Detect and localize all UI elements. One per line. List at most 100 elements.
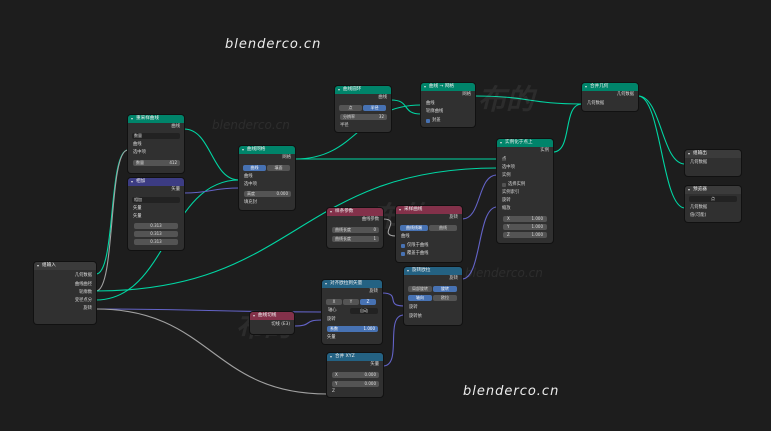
node-link[interactable] [183,128,240,181]
vector-z-field[interactable]: 0.313 [134,239,178,245]
node-link[interactable] [552,103,583,153]
curve-circle-node[interactable]: 曲线圆环 曲线 点 半径 分辨率 32 半径 [335,86,391,132]
output-label: 切线 (E3) [271,322,290,327]
count-field[interactable]: 数量 412 [133,160,180,166]
resample-curve-node[interactable]: 重采样曲线 曲线 数量 曲线 选中项 数量 412 [128,115,184,173]
y-field[interactable]: Y 0.000 [332,381,379,387]
fill-caps-checkbox[interactable] [426,119,430,123]
output-label: 几何数据 [616,92,634,97]
node-header[interactable]: 对齐欧拉到矢量 [322,280,382,288]
join-geometry-node[interactable]: 合并几何 几何数据 几何数据 [582,83,638,111]
mode-b-button[interactable]: 曲线 [429,225,457,231]
input-label: 旋转 [409,305,418,310]
vector-y-field[interactable]: 0.313 [134,231,178,237]
vector-x-field[interactable]: 0.313 [134,223,178,229]
node-link[interactable] [183,187,240,194]
output-label: 轮廓数 [79,290,92,295]
curve-tangent-node[interactable]: 曲线切线 切线 (E3) [250,312,294,334]
node-link[interactable] [381,292,405,307]
node-header[interactable]: 合并几何 [582,83,638,91]
node-header[interactable]: 相加 [128,178,184,186]
input-label: 矢量 [133,206,142,211]
instance-on-points-node[interactable]: 实例化于点上 实例 点 选中项 实例 选择实例 实例索引 旋转 缩放 X 1.00… [497,139,553,243]
axis-x-button[interactable]: X [326,299,342,305]
node-header[interactable]: 组输入 [34,262,96,270]
input-label: 选择实例 [508,182,526,187]
node-link[interactable] [95,149,129,275]
scale-x-field[interactable]: X 1.000 [503,216,547,222]
x-field[interactable]: X 0.000 [332,372,379,378]
viewer-node[interactable]: 预览器 点 几何数据 值(可能) [685,186,741,222]
option-b-button[interactable]: 填面 [267,165,290,171]
type-a-button[interactable]: 局部旋转 [408,286,432,292]
output-label: 旋转 [449,215,458,220]
node-header[interactable]: 旋转欧拉 [404,267,462,275]
axis-z-button[interactable]: Z [360,299,376,305]
spline-parameter-node[interactable]: 样条参数 曲线参数 曲线长度 0 曲线长度 1 [327,208,383,248]
input-label: 实例 [502,173,511,178]
option-checkbox[interactable] [401,252,405,256]
mode-radius-button[interactable]: 半径 [363,105,386,111]
faint-watermark: 布的 [478,83,535,116]
axis-y-button[interactable]: Y [343,299,359,305]
group-output-node[interactable]: 组输出 几何数据 [685,150,741,176]
node-header[interactable]: 实例化于点上 [497,139,553,147]
mode-select[interactable]: 数量 [132,133,180,139]
pick-instance-checkbox[interactable] [502,183,506,187]
node-header[interactable]: 曲线 → 网格 [421,83,475,91]
node-header[interactable]: 曲线网格 [239,146,295,154]
input-label: 旋转 [502,198,511,203]
input-label: 矢量 [133,214,142,219]
align-euler-node[interactable]: 对齐欧拉到矢量 旋转 X Y Z 轴心 自动 旋转 系数 1.000 矢量 [322,280,382,344]
curve-length-field[interactable]: 曲线长度 0 [332,227,379,233]
node-link[interactable] [382,314,405,367]
node-header[interactable]: 组输出 [685,150,741,158]
domain-select[interactable]: 点 [689,196,737,202]
input-label: 点 [502,157,507,162]
option-a-button[interactable]: 曲线 [243,165,266,171]
option-checkbox[interactable] [401,244,405,248]
node-link[interactable] [461,174,498,220]
group-input-node[interactable]: 组输入 几何数据 曲线曲径 轮廓数 变径点分 旋转 [34,262,96,324]
input-label: 值(可能) [690,213,707,218]
output-label: 实例 [540,148,549,153]
realize-mesh-node[interactable]: 曲线 → 网格 网格 曲线 轮廓曲线 封盖 [421,83,475,127]
combine-xyz-node[interactable]: 合并 XYZ 矢量 X 0.000 Y 0.000 Z [327,353,383,397]
rotate-euler-node[interactable]: 旋转欧拉 旋转 局部旋转 旋转 轴向 欧拉 旋转 旋转依 [404,267,462,325]
space-a-button[interactable]: 轴向 [408,295,432,301]
sample-curve-node[interactable]: 采样曲线 旋转 曲线线端 曲线 曲线 仅限于曲线 覆盖于曲线 [396,206,462,262]
output-label: 曲线 [378,95,387,100]
space-b-button[interactable]: 欧拉 [433,295,457,301]
output-label: 网格 [282,155,291,160]
output-label: 旋转 [83,306,92,311]
node-link[interactable] [293,319,323,327]
node-header[interactable]: 重采样曲线 [128,115,184,123]
output-label: 旋转 [369,289,378,294]
operation-select[interactable]: 相加 [132,197,180,203]
node-header[interactable]: 曲线圆环 [335,86,391,94]
node-header[interactable]: 曲线切线 [250,312,294,320]
pivot-select[interactable]: 自动 [350,308,378,314]
factor-field[interactable]: 系数 1.000 [327,326,378,332]
scale-y-field[interactable]: Y 1.000 [503,224,547,230]
node-link[interactable] [390,99,422,115]
resolution-field[interactable]: 分辨率 32 [340,114,387,120]
input-label: 曲线 [426,101,435,106]
node-header[interactable]: 样条参数 [327,208,383,216]
scale-z-field[interactable]: Z 1.000 [503,232,547,238]
height-field[interactable]: 高度 0.000 [244,191,291,197]
curve-to-mesh-node[interactable]: 曲线网格 网格 曲线 填面 曲线 选中项 高度 0.000 填充封 [239,146,295,210]
type-b-button[interactable]: 旋转 [433,286,457,292]
node-header[interactable]: 预览器 [685,186,741,194]
node-link[interactable] [637,95,686,209]
node-link[interactable] [95,149,129,292]
node-header[interactable]: 采样曲线 [396,206,462,214]
output-label: 曲线 [171,124,180,129]
mode-points-button[interactable]: 点 [339,105,362,111]
curve-length-field[interactable]: 曲线长度 1 [332,236,379,242]
output-label: 矢量 [171,187,180,192]
node-header[interactable]: 合并 XYZ [327,353,383,361]
node-editor-canvas[interactable]: 布的 blenderco.cn 布的 blenderco.cn 布的 blend… [0,0,771,431]
mode-a-button[interactable]: 曲线线端 [400,225,428,231]
vector-math-node[interactable]: 相加 矢量 相加 矢量 矢量 0.313 0.313 0.313 [128,178,184,250]
